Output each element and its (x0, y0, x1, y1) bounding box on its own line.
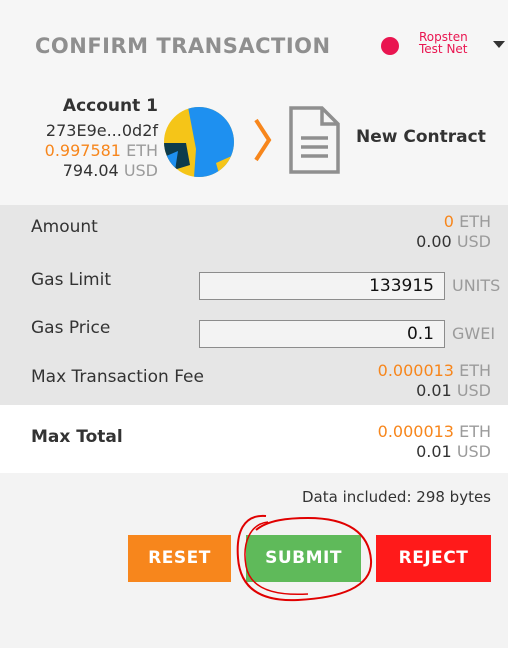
max-fee-eth: 0.000013 ETH (378, 361, 491, 380)
reject-button[interactable]: REJECT (376, 535, 491, 582)
eth-balance-value: 0.997581 (44, 141, 121, 160)
gas-price-unit: GWEI (452, 324, 496, 343)
amount-eth-value: 0 (443, 212, 454, 231)
data-included-text: Data included: 298 bytes (302, 488, 491, 506)
network-status-dot (381, 37, 399, 55)
network-name-line2: Test Net (419, 42, 468, 56)
amount-usd: 0.00 USD (416, 232, 491, 251)
transaction-details: Amount 0 ETH 0.00 USD Gas Limit UNITS Ga… (0, 205, 508, 405)
max-total-section: Max Total 0.000013 ETH 0.01 USD (0, 405, 508, 473)
max-total-usd-unit: USD (456, 442, 491, 461)
chevron-right-icon (254, 118, 272, 162)
header: CONFIRM TRANSACTION Ropsten Test Net (0, 0, 508, 90)
eth-balance-unit: ETH (126, 141, 158, 160)
gas-price-label: Gas Price (31, 318, 111, 338)
usd-balance-unit: USD (123, 161, 158, 180)
account-summary: Account 1 273E9e...0d2f 0.997581 ETH 794… (0, 90, 508, 205)
max-total-label: Max Total (31, 427, 123, 447)
submit-button[interactable]: SUBMIT (246, 535, 361, 582)
max-total-usd: 0.01 USD (416, 442, 491, 461)
max-fee-eth-value: 0.000013 (377, 361, 454, 380)
usd-balance-value: 794.04 (62, 161, 119, 180)
gas-limit-label: Gas Limit (31, 270, 111, 290)
max-fee-label: Max Transaction Fee (31, 367, 204, 387)
account-name: Account 1 (62, 96, 158, 116)
max-total-eth: 0.000013 ETH (378, 422, 491, 441)
account-address: 273E9e...0d2f (45, 121, 158, 140)
recipient-label: New Contract (356, 127, 486, 147)
amount-eth-unit: ETH (459, 212, 491, 231)
reset-button[interactable]: RESET (128, 535, 231, 582)
max-total-usd-value: 0.01 (416, 442, 452, 461)
page-title: CONFIRM TRANSACTION (35, 34, 331, 58)
max-fee-eth-unit: ETH (459, 361, 491, 380)
account-usd-balance: 794.04 USD (63, 161, 158, 180)
max-fee-usd-value: 0.01 (416, 381, 452, 400)
gas-limit-input[interactable] (199, 272, 445, 300)
max-total-eth-unit: ETH (459, 422, 491, 441)
amount-eth: 0 ETH (444, 212, 491, 231)
account-identicon-icon (164, 107, 234, 177)
chevron-down-icon[interactable] (493, 41, 505, 48)
document-icon (289, 106, 340, 174)
amount-usd-value: 0.00 (416, 232, 452, 251)
account-eth-balance: 0.997581 ETH (45, 141, 158, 160)
network-selector[interactable]: Ropsten Test Net (419, 31, 468, 55)
max-total-eth-value: 0.000013 (377, 422, 454, 441)
max-fee-usd-unit: USD (456, 381, 491, 400)
amount-usd-unit: USD (456, 232, 491, 251)
amount-label: Amount (31, 217, 98, 237)
max-fee-usd: 0.01 USD (416, 381, 491, 400)
gas-limit-unit: UNITS (452, 276, 501, 295)
gas-price-input[interactable] (199, 320, 445, 348)
